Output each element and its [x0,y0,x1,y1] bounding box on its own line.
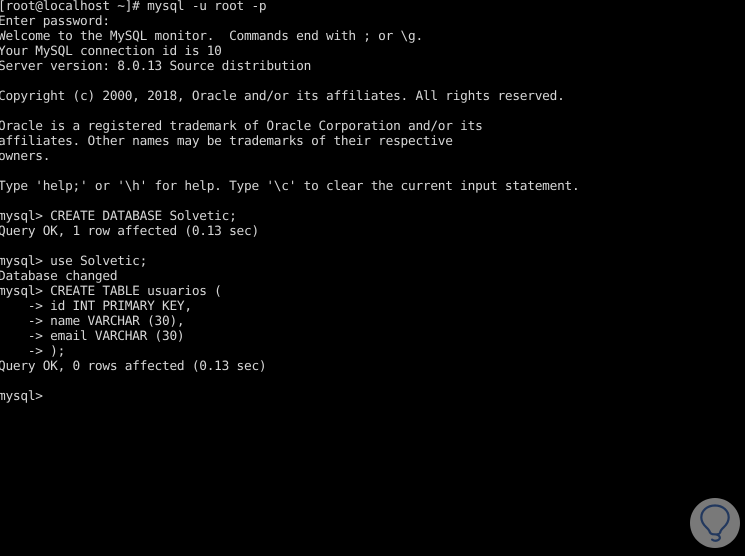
terminal-line: -> name VARCHAR (30), [0,314,185,329]
terminal-line: Query OK, 0 rows affected (0.13 sec) [0,359,267,374]
terminal-line: -> id INT PRIMARY KEY, [0,299,192,314]
terminal-line: Copyright (c) 2000, 2018, Oracle and/or … [0,89,565,104]
terminal-line: mysql> use Solvetic; [0,254,148,269]
terminal-window[interactable]: [root@localhost ~]# mysql -u root -p Ente… [0,0,745,556]
terminal-line: Query OK, 1 row affected (0.13 sec) [0,224,259,239]
terminal-line: -> email VARCHAR (30) [0,329,185,344]
terminal-line: mysql> CREATE TABLE usuarios ( [0,284,222,299]
console-output: [root@localhost ~]# mysql -u root -p Ente… [0,0,745,404]
terminal-line: Your MySQL connection id is 10 [0,44,222,59]
terminal-line: mysql> CREATE DATABASE Solvetic; [0,209,237,224]
terminal-prompt-line: mysql> [0,389,43,404]
terminal-line: Enter password: [0,14,110,29]
solvetic-logo-icon [690,498,740,548]
terminal-line: Welcome to the MySQL monitor. Commands e… [0,29,423,44]
terminal-line: owners. [0,149,51,164]
terminal-line: Database changed [0,269,118,284]
terminal-line: Oracle is a registered trademark of Orac… [0,119,483,134]
terminal-line: Server version: 8.0.13 Source distributi… [0,59,312,74]
terminal-line: [root@localhost ~]# mysql -u root -p [0,0,267,14]
terminal-line: Type 'help;' or '\h' for help. Type '\c'… [0,179,580,194]
terminal-line: affiliates. Other names may be trademark… [0,134,453,149]
terminal-line: -> ); [0,344,66,359]
